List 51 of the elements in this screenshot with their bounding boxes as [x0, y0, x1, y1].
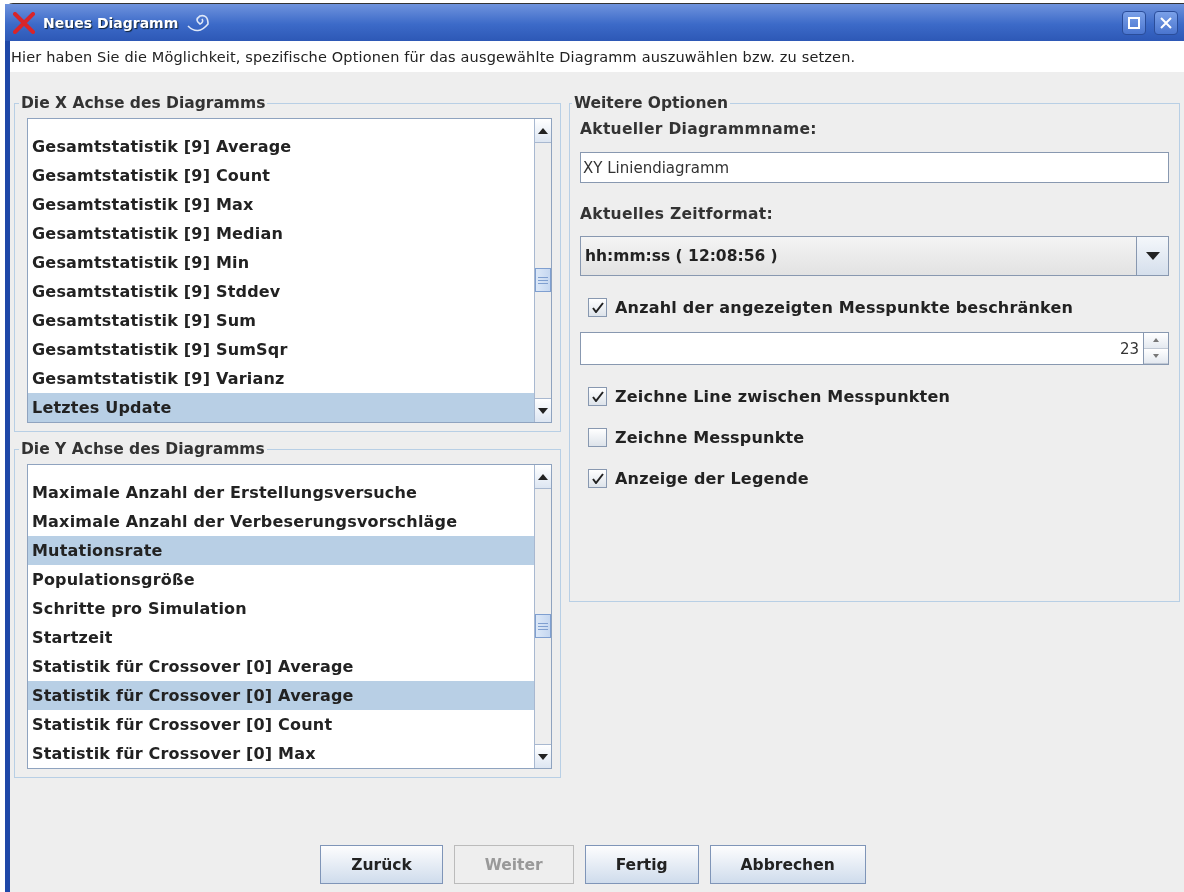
- group-title: Die X Achse des Diagramms: [20, 94, 267, 112]
- field-label: Aktuelles Zeitformat:: [580, 205, 775, 223]
- up-arrow-icon: [1153, 338, 1159, 343]
- format-dropdown[interactable]: hh:mm:ss ( 12:08:56 ): [580, 236, 1169, 276]
- name-field[interactable]: XY Liniendiagramm: [580, 152, 1169, 183]
- down-arrow-icon: [1153, 353, 1159, 358]
- close-icon: [1160, 16, 1172, 29]
- scroll-up-button[interactable]: [535, 119, 551, 143]
- scrollbar[interactable]: [534, 465, 551, 768]
- list-item[interactable]: Statistik für Crossover [0] Average: [28, 681, 534, 710]
- check-icon: [591, 391, 604, 402]
- checkbox[interactable]: [588, 469, 607, 488]
- maximize-button[interactable]: [1122, 10, 1146, 35]
- close-button[interactable]: [1154, 10, 1178, 35]
- scroll-thumb[interactable]: [535, 268, 551, 292]
- group-title: Die Y Achse des Diagramms: [20, 440, 266, 458]
- checkbox-option[interactable]: Zeichne Messpunkte: [588, 428, 1169, 447]
- group-title: Weitere Optionen: [573, 94, 730, 112]
- check-icon: [591, 302, 604, 313]
- check-icon: [591, 473, 604, 484]
- increment-button[interactable]: [1144, 333, 1168, 349]
- checkbox[interactable]: [588, 387, 607, 406]
- scroll-down-button[interactable]: [535, 398, 551, 422]
- caret-icon: [1145, 252, 1160, 260]
- field-label: Aktueller Diagrammname:: [580, 120, 818, 138]
- scroll-down-button[interactable]: [535, 744, 551, 768]
- dialog-button[interactable]: Fertig: [584, 845, 699, 884]
- list-item[interactable]: Letztes Update: [28, 393, 534, 422]
- window-title: Neues Diagramm: [43, 14, 179, 31]
- list-item[interactable]: Mutationsrate: [28, 536, 534, 565]
- checkbox-option[interactable]: Anzeige der Legende: [588, 469, 1169, 488]
- grip-icon: [538, 622, 548, 630]
- checkbox[interactable]: [588, 428, 607, 447]
- down-arrow-icon: [538, 407, 548, 414]
- checkbox-option[interactable]: Zeichne Line zwischen Messpunkten: [588, 387, 1169, 406]
- dropdown-button[interactable]: [1136, 237, 1168, 275]
- number-field[interactable]: 23: [580, 332, 1143, 365]
- down-arrow-icon: [538, 753, 548, 760]
- scroll-thumb[interactable]: [535, 614, 551, 638]
- description-text: Hier haben Sie die Möglichkeit, spezifische Optionen für das ausgewählte Diagramm auszuwählen bzw. zu setzen.: [10, 41, 1184, 72]
- dialog-button[interactable]: Zurück: [320, 845, 443, 884]
- checkbox-option[interactable]: Anzahl der angezeigten Messpunkte beschränken: [588, 298, 1169, 317]
- up-arrow-icon: [538, 473, 548, 480]
- dialog-button[interactable]: Abbrechen: [709, 845, 866, 884]
- scroll-up-button[interactable]: [535, 465, 551, 489]
- x-logo-icon: [13, 11, 35, 34]
- maximize-icon: [1128, 16, 1140, 29]
- grip-icon: [538, 276, 548, 284]
- scrollbar[interactable]: [534, 119, 551, 422]
- checkbox[interactable]: [588, 298, 607, 317]
- up-arrow-icon: [538, 127, 548, 134]
